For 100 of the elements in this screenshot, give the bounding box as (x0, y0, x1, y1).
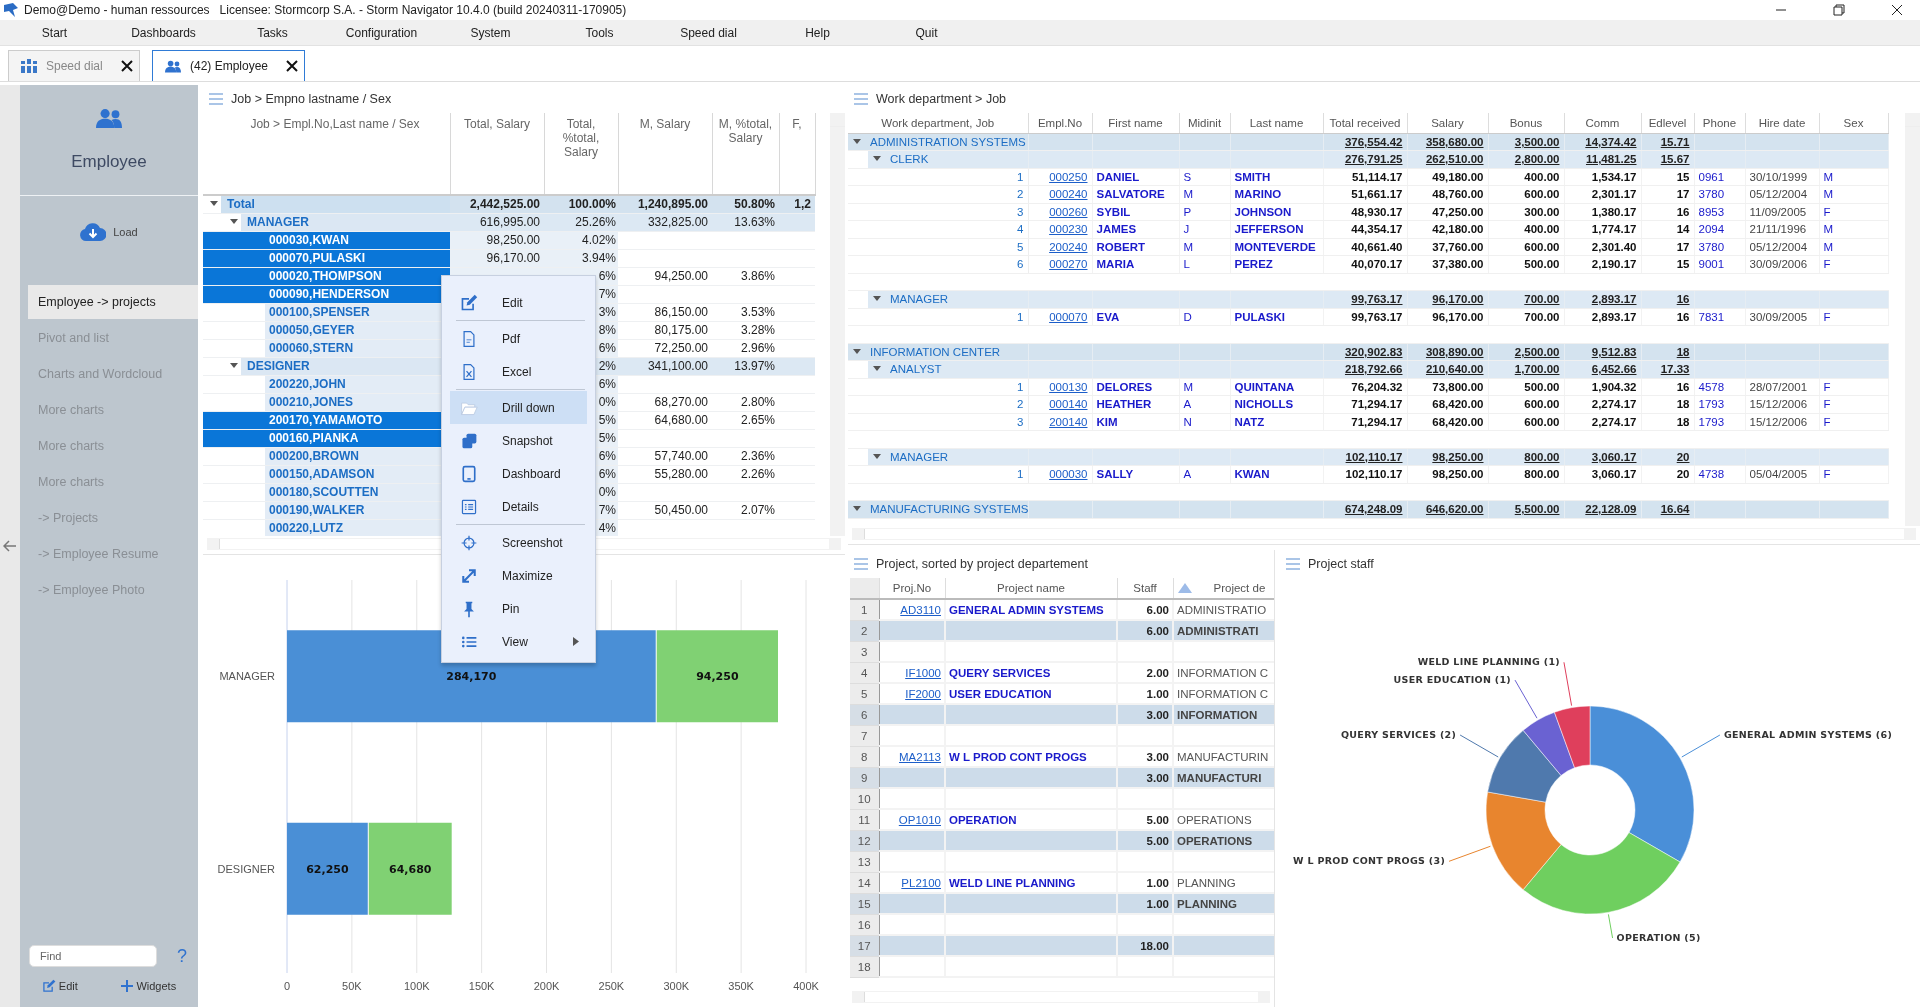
employee-number-link[interactable]: 000270 (1049, 258, 1088, 271)
table-cell: F (1819, 308, 1888, 326)
widgets-button[interactable]: Widgets (119, 978, 179, 994)
project-number-link[interactable]: IF2000 (905, 687, 941, 700)
close-icon[interactable] (286, 60, 298, 72)
column-header[interactable]: Phone (1694, 113, 1745, 133)
horizontal-scrollbar[interactable] (852, 991, 1270, 1003)
project-number-link[interactable]: AD3110 (900, 603, 941, 616)
table-cell: 3.86% (712, 267, 779, 285)
close-icon[interactable] (1891, 4, 1903, 16)
table-cell: A (1179, 465, 1230, 483)
back-arrow-icon[interactable] (3, 540, 17, 552)
employee-number-link[interactable]: 200140 (1049, 415, 1088, 428)
table-cell: 3780 (1694, 185, 1745, 203)
app-logo-icon (3, 2, 19, 18)
table-cell: 73,800.00 (1407, 378, 1488, 396)
tablet-icon (460, 464, 478, 483)
row-number: 4 (848, 220, 1028, 238)
menu-item[interactable]: Configuration (327, 25, 436, 40)
menu-item[interactable]: Pin (450, 592, 587, 625)
menu-item[interactable]: Start (0, 25, 109, 40)
column-header[interactable]: Comm (1564, 113, 1641, 133)
employee-number-link[interactable]: 000240 (1049, 188, 1088, 201)
sidebar-item[interactable]: Employee -> projects (28, 285, 198, 319)
restore-icon[interactable] (1833, 4, 1845, 16)
donut-slice[interactable] (1522, 712, 1575, 776)
employee-number-link[interactable]: 000140 (1049, 398, 1088, 411)
menu-item[interactable]: Speed dial (654, 25, 763, 40)
menu-item[interactable]: System (436, 25, 545, 40)
column-header[interactable]: Bonus (1488, 113, 1564, 133)
menu-item[interactable]: Maximize (450, 559, 587, 592)
slice-label: OPERATION (5) (1616, 932, 1701, 944)
tab[interactable]: Speed dial (8, 50, 140, 81)
column-header[interactable]: First name (1092, 113, 1179, 133)
project-number-link[interactable]: MA2113 (899, 750, 941, 763)
bar[interactable] (287, 822, 368, 915)
employee-number-link[interactable]: 000260 (1049, 205, 1088, 218)
employee-number-link[interactable]: 000230 (1049, 223, 1088, 236)
column-header[interactable]: Project name (945, 578, 1117, 599)
employee-number-link[interactable]: 000070 (1049, 310, 1088, 323)
tab[interactable]: (42) Employee (152, 50, 305, 81)
donut-slice[interactable] (1554, 705, 1591, 768)
close-icon[interactable] (121, 60, 133, 72)
horizontal-scrollbar[interactable] (852, 528, 1916, 540)
table-cell: 44,354.17 (1323, 220, 1407, 238)
table-cell: SYBIL (1092, 203, 1179, 221)
employee-number-link[interactable]: 000250 (1049, 170, 1088, 183)
column-header[interactable]: Work department, Job (848, 113, 1028, 133)
column-header[interactable]: Staff (1117, 578, 1173, 599)
donut-slice[interactable] (1522, 832, 1681, 915)
menu-item[interactable]: Drill down (450, 391, 587, 424)
table-cell: 500.00 (1488, 378, 1564, 396)
column-header[interactable]: Empl.No (1028, 113, 1092, 133)
table-cell: 1793 (1694, 413, 1745, 431)
column-header[interactable]: Last name (1230, 113, 1323, 133)
table-cell: INFORMATION C (1173, 662, 1274, 683)
project-number-link[interactable]: IF1000 (905, 666, 941, 679)
table-cell: 17 (1641, 238, 1694, 256)
table-cell: 2.00 (1117, 662, 1173, 683)
menu-item[interactable]: Quit (872, 25, 981, 40)
column-header[interactable]: Edlevel (1641, 113, 1694, 133)
table-cell: 51,661.17 (1323, 185, 1407, 203)
employee-number-link[interactable]: 000130 (1049, 380, 1088, 393)
slice-label: QUERY SERVICES (2) (1341, 729, 1457, 740)
panel-title: Project, sorted by project departement (876, 557, 1088, 571)
menu-item[interactable]: View (450, 625, 587, 658)
table-cell: MARIA (1092, 255, 1179, 273)
menu-item[interactable]: Tools (545, 25, 654, 40)
donut-slice[interactable] (1485, 791, 1562, 890)
column-header[interactable]: Hire date (1745, 113, 1819, 133)
menu-item[interactable]: Tasks (218, 25, 327, 40)
table-cell: 55,280.00 (618, 465, 712, 483)
column-header[interactable]: Project de (1173, 578, 1274, 599)
bar[interactable] (368, 822, 452, 915)
menu-item[interactable]: Help (763, 25, 872, 40)
search-field[interactable]: Find (29, 945, 157, 967)
column-header[interactable]: Total received (1323, 113, 1407, 133)
menu-item[interactable]: Dashboards (109, 25, 218, 40)
employee-number-link[interactable]: 200240 (1049, 240, 1088, 253)
project-number-link[interactable]: OP1010 (898, 813, 941, 826)
column-header[interactable]: Midinit (1179, 113, 1230, 133)
project-number-link[interactable]: PL2100 (901, 876, 941, 889)
load-button[interactable]: Load (76, 221, 142, 243)
tick-label: 400K (793, 980, 819, 992)
table-cell: 05/12/2004 (1745, 238, 1819, 256)
row-number: 17 (850, 935, 879, 956)
donut-slice[interactable] (1487, 730, 1562, 803)
table-cell: M (1179, 185, 1230, 203)
column-header[interactable]: Salary (1407, 113, 1488, 133)
donut-slice[interactable] (1589, 705, 1695, 863)
table-cell: 1,534.17 (1564, 168, 1641, 186)
table-cell: 600.00 (1488, 185, 1564, 203)
people-icon (96, 107, 122, 128)
employee-number-link[interactable]: 000030 (1049, 468, 1088, 481)
edit-button[interactable]: Edit (39, 977, 80, 995)
row-number: 15 (850, 893, 879, 914)
row-number: 6 (850, 704, 879, 725)
table-cell: 3,060.17 (1564, 465, 1641, 483)
column-header[interactable]: Sex (1819, 113, 1888, 133)
column-header[interactable]: Proj.No (879, 578, 945, 599)
